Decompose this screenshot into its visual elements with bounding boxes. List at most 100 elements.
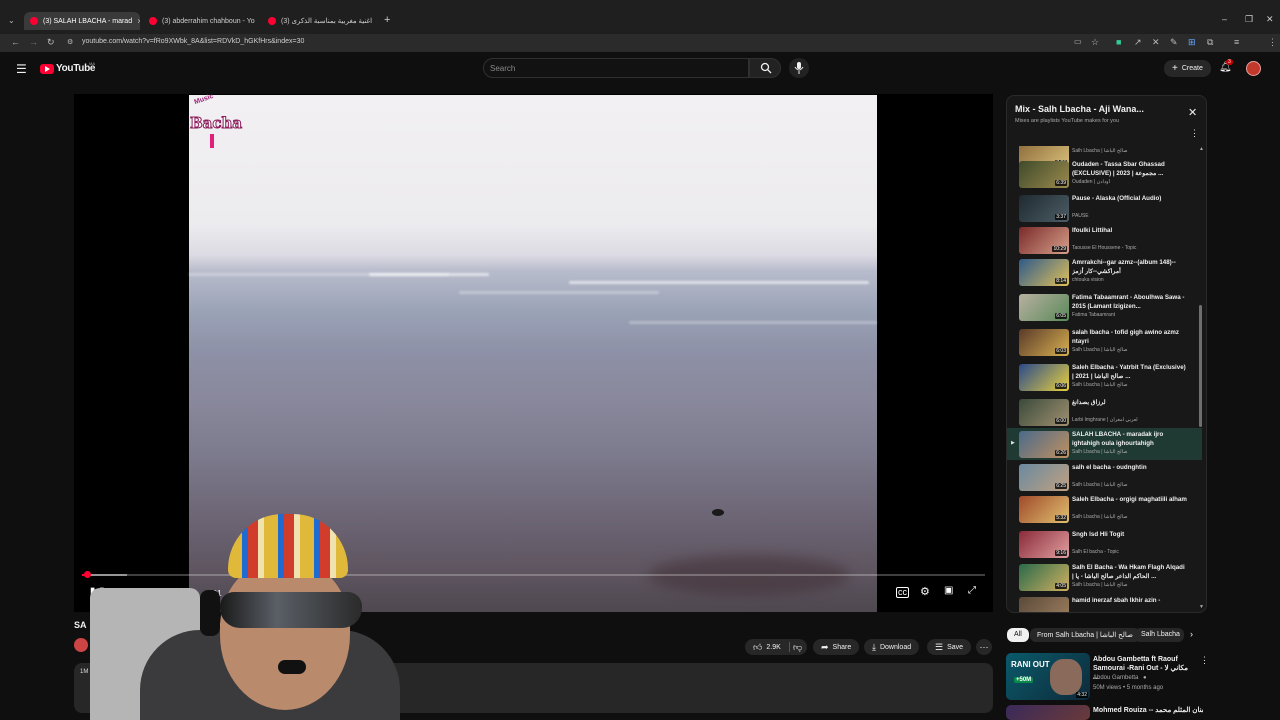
playlist-item[interactable]: ▶ 6:26 SALAH LBACHA - maradak ijro ightahi… [1007,428,1202,460]
playlist-thumbnail[interactable]: 6:00 [1019,399,1069,426]
like-count[interactable]: 2.9K [766,644,780,651]
playlist-item[interactable]: 6:06 Saleh Elbacha - Yatrbit Tna (Exclusi… [1007,361,1202,393]
playlist-thumbnail[interactable]: 6:05 [1019,294,1069,321]
playlist-item[interactable]: 8:14 Amrrakchi--gar azmz--(album 148)--أم… [1007,256,1202,288]
chip-all[interactable]: All [1007,628,1029,642]
playlist-item[interactable]: 10:29 Ifoulki Littihal Taousse El Houssene… [1007,224,1202,256]
playlist-item[interactable]: 6:39 Oudaden - Tassa Sbar Ghassad (EXCLUS… [1007,158,1202,190]
playlist-thumbnail[interactable]: 10:29 [1019,227,1069,254]
close-icon[interactable]: ✕ [1188,106,1197,119]
playlist-item[interactable]: 3:37 Pause - Alaska (Official Audio) PAUSE [1007,192,1202,224]
playlist-item-title[interactable]: SALAH LBACHA - maradak ijro ightahigh ou… [1072,430,1187,448]
minimize-icon[interactable]: – [1222,14,1227,24]
more-actions-icon[interactable]: ⋯ [976,639,992,655]
playlist-thumbnail[interactable]: 6:25 [1019,464,1069,491]
playlist-item[interactable]: hamid inerzaf sbah lkhir azin - [1007,594,1202,612]
search-input[interactable]: Search [483,58,749,78]
playlist-item[interactable]: 4:05 Salh El Bacha - Wa Hkam Flagh Alqadi… [1007,561,1202,593]
tab-abderrahim[interactable]: (3) abderrahim chahboun - Yo × [143,12,259,30]
subtitles-icon[interactable]: cc [896,587,909,598]
extensions-puzzle-icon[interactable]: ⧉ [1207,37,1213,48]
reload-icon[interactable]: ↻ [47,37,55,48]
save-button[interactable]: ☰ Save [927,639,972,655]
playlist-item-title[interactable]: Salh El Bacha - Wa Hkam Flagh Alqadi | ا… [1072,563,1187,581]
extension-icon[interactable]: ✎ [1170,37,1178,48]
settings-icon[interactable]: ⚙ [920,585,930,598]
new-tab-button[interactable]: + [384,14,390,26]
playlist-item[interactable]: 6:03 salah lbacha - tofid gigh awino azmz… [1007,326,1202,358]
chip-from-channel[interactable]: From Salh Lbacha | صالح الباشا [1030,628,1140,642]
tab-arabic-song[interactable]: (3) اغنية مغربية بمناسبة الذكرى × [262,12,378,30]
recommendation-title[interactable]: Mohmed Rouiza -- الفنان المثلم محمد [1093,706,1203,715]
playlist-thumbnail[interactable] [1019,597,1069,612]
create-button[interactable]: + Create [1164,60,1211,77]
playlist-item[interactable]: 6:05 Fatima Tabaamrant - Aboulhwa Sawa - … [1007,291,1202,323]
tab-search-icon[interactable]: ⌄ [8,16,15,25]
fullscreen-icon[interactable]: ⤢ [968,585,976,596]
playlist-item-title[interactable]: Ifoulki Littihal [1072,226,1187,235]
tab-close-icon[interactable]: × [377,16,378,26]
chip-channel[interactable]: Salh Lbacha [1134,628,1184,642]
forward-icon[interactable]: → [29,37,38,47]
playlist-item-title[interactable]: Sngh Isd Hli Togit [1072,530,1187,539]
reading-list-icon[interactable]: ≡ [1234,37,1239,47]
playlist-item-title[interactable]: Amrrakchi--gar azmz--(album 148)--أمراكش… [1072,258,1187,276]
playlist-thumbnail[interactable]: 6:26 [1019,431,1069,458]
playlist-item[interactable]: 6:00 لرزاق بصدانغ Larbi Imghrane | لعربي ا… [1007,396,1202,428]
playlist-item[interactable]: 9:16 Sngh Isd Hli Togit Salh El bacha - To… [1007,528,1202,560]
youtube-logo-icon[interactable] [40,64,54,74]
playlist-scrollbar[interactable] [1199,305,1202,427]
playlist-thumbnail[interactable]: 4:05 [1019,564,1069,591]
share-button[interactable]: ➦ Share [813,639,860,655]
playlist-thumbnail[interactable]: 6:06 [1019,364,1069,391]
recommendation-thumbnail[interactable] [1006,705,1090,720]
search-button[interactable] [749,58,781,78]
playlist-item-title[interactable]: Pause - Alaska (Official Audio) [1072,194,1187,203]
tab-close-icon[interactable]: × [137,16,140,26]
miniplayer-icon[interactable]: ▣ [944,585,953,596]
maximize-icon[interactable]: ❐ [1245,14,1253,25]
playlist-item-title[interactable]: Saleh Elbacha - Yatrbit Tna (Exclusive) … [1072,363,1187,381]
playlist-thumbnail[interactable]: 3:37 [1019,195,1069,222]
playlist-title[interactable]: Mix - Salh Lbacha - Aji Wana... [1015,104,1144,114]
playlist-thumbnail[interactable]: 9:16 [1019,531,1069,558]
chevron-right-icon[interactable]: › [1190,629,1193,639]
scroll-up-icon[interactable]: ▲ [1199,146,1204,152]
voice-search-button[interactable] [789,58,809,78]
back-icon[interactable]: ← [11,37,20,47]
browser-menu-icon[interactable]: ⋮ [1268,37,1277,48]
playlist-item-title[interactable]: Oudaden - Tassa Sbar Ghassad (EXCLUSIVE)… [1072,160,1187,178]
playlist-item-title[interactable]: لرزاق بصدانغ [1072,398,1187,407]
dislike-icon[interactable]: 👎︎ [793,642,802,653]
recommendation-channel[interactable]: Abdou Gambetta [1093,675,1138,681]
window-close-icon[interactable]: ✕ [1266,14,1274,25]
extension-icon[interactable]: ■ [1116,37,1121,47]
playlist-item-title[interactable]: Fatima Tabaamrant - Aboulhwa Sawa - 2015… [1072,293,1187,311]
menu-icon[interactable]: ☰ [16,62,27,76]
url-field[interactable]: youtube.com/watch?v=fRo9XWbk_8A&list=RDV… [82,38,304,45]
cast-icon[interactable]: ▭ [1074,37,1082,46]
playlist-item-title[interactable]: salh el bacha - oudnghtin [1072,463,1187,472]
kebab-icon[interactable]: ⋮ [1190,128,1199,139]
recommendation-thumbnail[interactable]: RANI OUT +50M 4:32 [1006,653,1090,700]
scroll-down-icon[interactable]: ▼ [1199,604,1204,610]
extension-icon[interactable]: ↗ [1134,37,1142,48]
like-icon[interactable]: 👍︎ [753,642,762,653]
kebab-icon[interactable]: ⋮ [1200,655,1209,666]
extension-icon[interactable]: ⊞ [1188,37,1196,48]
playlist-item-title[interactable]: Saleh Elbacha - orgigi maghatiili alham [1072,495,1187,504]
download-button[interactable]: ⤓ Download [864,639,920,655]
avatar[interactable] [1246,61,1261,76]
bookmark-star-icon[interactable]: ☆ [1091,37,1099,48]
site-info-icon[interactable]: ⚙ [67,38,73,46]
playlist-thumbnail[interactable]: 6:03 [1019,329,1069,356]
playlist-thumbnail[interactable]: 8:14 [1019,259,1069,286]
extension-icon[interactable]: ✕ [1152,37,1160,48]
playlist-item[interactable]: 6:25 salh el bacha - oudnghtin Salh Lbacha… [1007,461,1202,493]
playlist-item-title[interactable]: hamid inerzaf sbah lkhir azin - [1072,596,1187,605]
playlist-item-title[interactable]: salah lbacha - tofid gigh awino azmz nta… [1072,328,1187,346]
tab-salah-lbacha[interactable]: (3) SALAH LBACHA - marad × [24,12,140,30]
playlist-item[interactable]: 5:32 Saleh Elbacha - orgigi maghatiili al… [1007,493,1202,525]
playlist-thumbnail[interactable]: 6:39 [1019,161,1069,188]
playlist-thumbnail[interactable]: 5:32 [1019,496,1069,523]
